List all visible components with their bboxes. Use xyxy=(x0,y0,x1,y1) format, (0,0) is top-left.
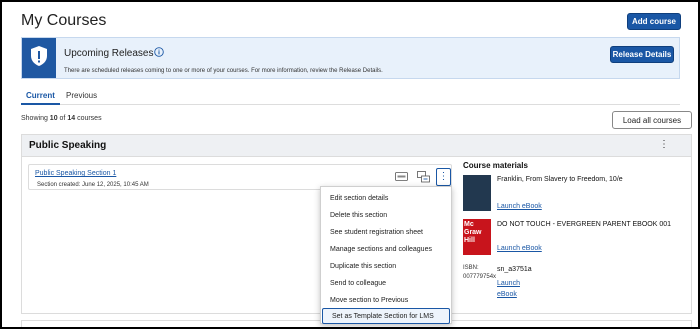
banner-icon-box xyxy=(22,38,56,78)
material-title: Franklin, From Slavery to Freedom, 10/e xyxy=(497,176,623,183)
menu-item-delete-section[interactable]: Delete this section xyxy=(321,208,451,224)
page-title: My Courses xyxy=(21,12,107,29)
upcoming-releases-banner: Upcoming Releases There are scheduled re… xyxy=(21,37,680,79)
release-details-button[interactable]: Release Details xyxy=(610,46,674,63)
section-link[interactable]: Public Speaking Section 1 xyxy=(35,170,116,177)
course-title: Public Speaking xyxy=(29,140,107,151)
tab-current[interactable]: Current xyxy=(21,91,60,105)
tab-previous[interactable]: Previous xyxy=(66,91,97,100)
banner-text: There are scheduled releases coming to o… xyxy=(64,68,383,74)
menu-item-send-to-colleague[interactable]: Send to colleague xyxy=(321,276,451,292)
launch-ebook-link[interactable]: Launch eBook xyxy=(497,203,542,210)
course-materials-title: Course materials xyxy=(463,161,528,170)
launch-ebook-link[interactable]: eBook xyxy=(497,291,517,298)
section-created: Section created: June 12, 2025, 10:45 AM xyxy=(37,182,149,188)
material-title: DO NOT TOUCH - EVERGREEN PARENT EBOOK 00… xyxy=(497,221,672,228)
launch-ebook-link[interactable]: Launch eBook xyxy=(497,245,542,252)
menu-item-set-template[interactable]: Set as Template Section for LMS xyxy=(322,308,450,324)
page-frame: My Courses Add course Upcoming Releases … xyxy=(0,0,700,329)
shield-alert-icon xyxy=(31,46,47,66)
course-tabs: Current Previous xyxy=(21,89,680,105)
section-actions-menu: Edit section details Delete this section… xyxy=(320,186,452,324)
material-title: sn_a3751a xyxy=(497,266,532,273)
showing-count: Showing 10 of 14 courses xyxy=(21,115,102,122)
roster-sync-icon[interactable] xyxy=(417,171,430,183)
course-header: Public Speaking ⋮ xyxy=(22,135,691,157)
mcgraw-hill-cover-image: Mc Graw Hill xyxy=(463,219,491,255)
course-kebab-icon[interactable]: ⋮ xyxy=(658,139,670,153)
load-all-courses-button[interactable]: Load all courses xyxy=(612,111,692,129)
menu-item-registration-sheet[interactable]: See student registration sheet xyxy=(321,225,451,241)
menu-item-duplicate-section[interactable]: Duplicate this section xyxy=(321,259,451,275)
menu-item-manage-sections[interactable]: Manage sections and colleagues xyxy=(321,242,451,258)
lms-icon[interactable] xyxy=(395,172,408,182)
banner-title: Upcoming Releases xyxy=(64,48,154,59)
add-course-button[interactable]: Add course xyxy=(627,13,681,30)
menu-item-move-to-previous[interactable]: Move section to Previous xyxy=(321,293,451,309)
menu-item-edit-section[interactable]: Edit section details xyxy=(321,191,451,207)
info-icon[interactable] xyxy=(154,47,164,57)
isbn-cover-placeholder: ISBN: 007779754x xyxy=(463,264,496,300)
launch-ebook-link[interactable]: Launch xyxy=(497,280,520,287)
ebook-cover-image xyxy=(463,175,491,211)
section-kebab-icon[interactable]: ⋮ xyxy=(436,168,451,186)
